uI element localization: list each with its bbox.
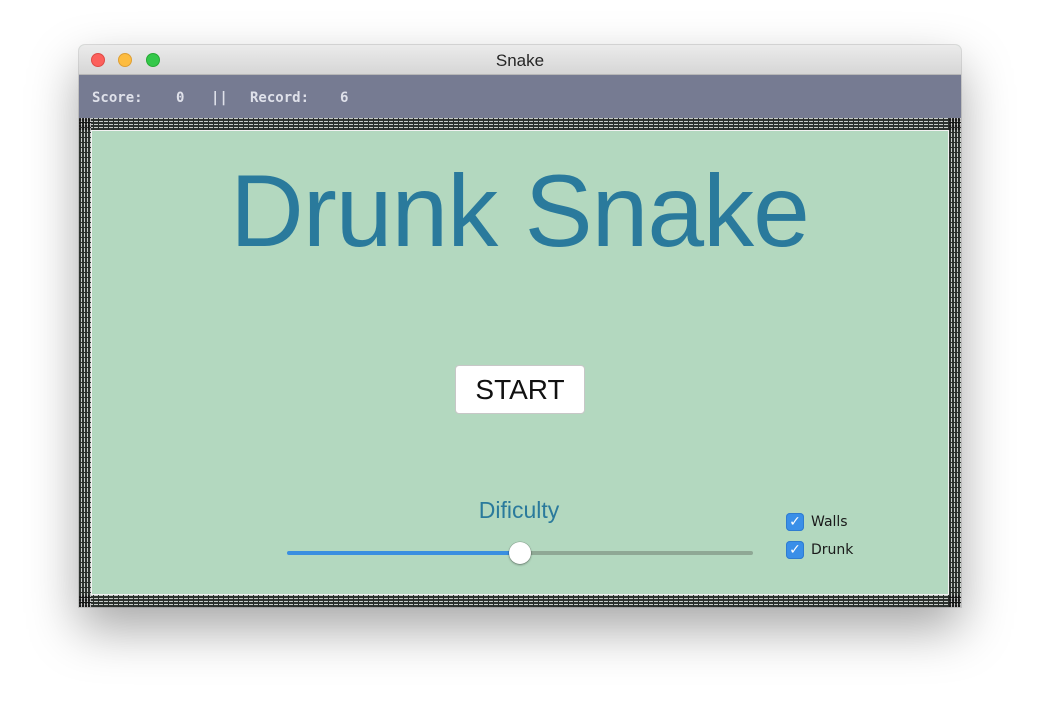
title-bar[interactable]: Snake [79, 45, 961, 75]
wall-top [79, 118, 961, 130]
score-label: Score: [92, 90, 143, 106]
checkmark-icon[interactable]: ✓ [786, 541, 804, 559]
wall-bottom [79, 595, 961, 607]
difficulty-label: Dificulty [478, 497, 560, 523]
slider-thumb[interactable] [509, 542, 531, 564]
walls-option[interactable]: ✓ Walls [786, 513, 848, 531]
walls-label: Walls [811, 514, 848, 530]
score-bar: Score: 0 || Record: 6 [79, 75, 961, 118]
window-title: Snake [495, 51, 545, 70]
record-label: Record: [250, 90, 310, 106]
game-title: Drunk Snake [230, 154, 810, 268]
score-value: 0 [176, 90, 185, 106]
drunk-label: Drunk [811, 542, 854, 558]
score-separator: || [211, 90, 228, 106]
start-button[interactable]: START [455, 365, 585, 414]
slider-track-filled[interactable] [287, 551, 520, 555]
record-value: 6 [340, 90, 349, 106]
drunk-option[interactable]: ✓ Drunk [786, 541, 853, 559]
checkmark-icon[interactable]: ✓ [786, 513, 804, 531]
slider-track-empty[interactable] [520, 551, 753, 555]
